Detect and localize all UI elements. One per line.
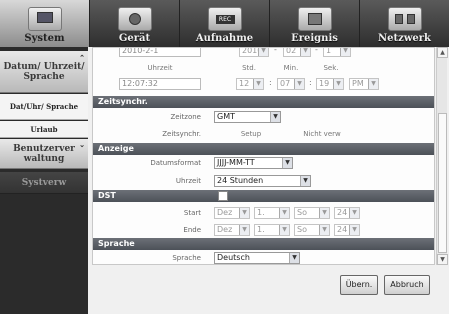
- sidebar-item-benutzerverwaltung[interactable]: Benutzerver waltung ⌄: [0, 139, 88, 169]
- sidebar-item-dat-uhr-sprache[interactable]: Dat/Uhr/ Sprache: [0, 94, 88, 120]
- setup-button[interactable]: Setup: [226, 130, 276, 138]
- network-icon: [387, 7, 422, 31]
- dst-end-month-select[interactable]: Dez ▼: [214, 224, 250, 236]
- chevron-down-icon: ▼: [270, 112, 280, 122]
- sprache-select[interactable]: Deutsch ▼: [214, 252, 300, 264]
- chevron-down-icon: ▼: [239, 225, 249, 235]
- section-zeitsync-header: Zeitsynchr.: [93, 96, 434, 108]
- chevron-down-icon: ▼: [319, 225, 329, 235]
- chevron-down-icon: ▼: [282, 158, 292, 168]
- ampm-select[interactable]: PM ▼: [349, 78, 379, 90]
- min-label: Min.: [283, 64, 299, 72]
- dst-end-label: Ende: [183, 226, 201, 234]
- sidebar-item-urlaub-label: Urlaub: [30, 124, 58, 134]
- scroll-up-icon[interactable]: ▲: [437, 47, 448, 58]
- dst-end-day-select[interactable]: So ▼: [294, 224, 330, 236]
- chevron-down-icon: ▼: [319, 208, 329, 218]
- chevron-down-icon: ▼: [294, 79, 304, 89]
- zeitzone-select[interactable]: GMT ▼: [214, 111, 281, 123]
- chevron-down-icon: ▼: [258, 48, 268, 56]
- tab-aufnahme[interactable]: REC Aufnahme: [180, 0, 270, 47]
- chevron-down-icon: ▼: [300, 176, 310, 186]
- settings-panel: 2010-2-1 2010 ▼ - 02 ▼ - 1 ▼ Uhrzeit Std. M…: [92, 47, 435, 265]
- year-select[interactable]: 2010 ▼: [239, 48, 269, 57]
- minute-select[interactable]: 07 ▼: [277, 78, 305, 90]
- hour-select[interactable]: 12 ▼: [236, 78, 264, 90]
- sidebar-item-datum-label: Datum/ Uhrzeit/ Sprache: [3, 61, 85, 82]
- tab-netzwerk-label: Netzwerk: [378, 33, 431, 44]
- section-sprache-header: Sprache: [93, 238, 434, 250]
- scrollbar[interactable]: ▲ ▼: [436, 47, 448, 265]
- section-dst-header: DST: [93, 190, 434, 202]
- std-label: Std.: [242, 64, 256, 72]
- section-anzeige-header: Anzeige: [93, 143, 434, 155]
- chevron-up-icon: ⌃: [79, 53, 85, 62]
- top-nav: System Gerät REC Aufnahme Ereignis Netzw…: [0, 0, 449, 47]
- uhrzeit-format-select[interactable]: 24 Stunden ▼: [214, 175, 311, 187]
- chevron-down-icon: ▼: [253, 79, 263, 89]
- sprache-label: Sprache: [172, 254, 201, 262]
- tab-system[interactable]: System: [0, 0, 90, 47]
- uhrzeit-format-label: Uhrzeit: [175, 177, 201, 185]
- dst-end-hour-select[interactable]: 24 ▼: [334, 224, 360, 236]
- chevron-down-icon: ▼: [279, 208, 289, 218]
- dst-start-hour-select[interactable]: 24 ▼: [334, 207, 360, 219]
- tab-netzwerk[interactable]: Netzwerk: [360, 0, 449, 47]
- time-label: Uhrzeit: [147, 64, 173, 72]
- tab-aufnahme-label: Aufnahme: [195, 33, 254, 44]
- event-icon: [297, 7, 332, 31]
- monitor-icon: [27, 7, 62, 31]
- sidebar-item-urlaub[interactable]: Urlaub: [0, 121, 88, 138]
- chevron-down-icon: ⌄: [79, 140, 85, 149]
- chevron-down-icon: ▼: [340, 48, 350, 56]
- zeitzone-label: Zeitzone: [170, 113, 202, 121]
- second-select[interactable]: 19 ▼: [316, 78, 344, 90]
- chevron-down-icon: ▼: [349, 225, 359, 235]
- time-field[interactable]: 12:07:32: [119, 78, 201, 90]
- datumsformat-label: Datumsformat: [150, 159, 201, 167]
- tab-ereignis[interactable]: Ereignis: [270, 0, 360, 47]
- sidebar-item-datum[interactable]: Datum/ Uhrzeit/ Sprache ⌃: [0, 51, 88, 93]
- chevron-down-icon: ▼: [368, 79, 378, 89]
- chevron-down-icon: ▼: [289, 253, 299, 263]
- dst-start-week-select[interactable]: 1. ▼: [254, 207, 290, 219]
- sidebar-item-dat-uhr-sprache-label: Dat/Uhr/ Sprache: [9, 101, 79, 111]
- camera-icon: [117, 7, 152, 31]
- scroll-down-icon[interactable]: ▼: [437, 254, 448, 265]
- sidebar-item-systverw-label: Systverw: [21, 177, 67, 188]
- tab-geraet-label: Gerät: [118, 33, 151, 44]
- dst-start-month-select[interactable]: Dez ▼: [214, 207, 250, 219]
- month-select[interactable]: 02 ▼: [283, 48, 311, 57]
- chevron-down-icon: ▼: [349, 208, 359, 218]
- dst-start-day-select[interactable]: So ▼: [294, 207, 330, 219]
- dst-checkbox[interactable]: [218, 191, 228, 201]
- tab-ereignis-label: Ereignis: [291, 33, 338, 44]
- chevron-down-icon: ▼: [279, 225, 289, 235]
- apply-button[interactable]: Übern.: [340, 275, 378, 295]
- sidebar: Datum/ Uhrzeit/ Sprache ⌃ Dat/Uhr/ Sprac…: [0, 47, 88, 314]
- chevron-down-icon: ▼: [300, 48, 310, 56]
- sidebar-item-benutzerverwaltung-label: Benutzerver waltung: [13, 143, 75, 164]
- zeitsync-status: Nicht verw: [303, 130, 341, 138]
- rec-icon: REC: [207, 7, 242, 31]
- sidebar-item-systverw[interactable]: Systverw: [0, 172, 88, 194]
- zeitsync-label: Zeitsynchr.: [162, 130, 201, 138]
- sek-label: Sek.: [323, 64, 339, 72]
- scrollbar-thumb[interactable]: [438, 113, 447, 253]
- day-select[interactable]: 1 ▼: [323, 48, 351, 57]
- dst-end-week-select[interactable]: 1. ▼: [254, 224, 290, 236]
- content-area: 2010-2-1 2010 ▼ - 02 ▼ - 1 ▼ Uhrzeit Std. M…: [88, 47, 449, 314]
- chevron-down-icon: ▼: [333, 79, 343, 89]
- date-field[interactable]: 2010-2-1: [119, 48, 201, 57]
- chevron-down-icon: ▼: [239, 208, 249, 218]
- tab-system-label: System: [24, 33, 65, 44]
- tab-geraet[interactable]: Gerät: [90, 0, 180, 47]
- cancel-button[interactable]: Abbruch: [384, 275, 430, 295]
- dst-start-label: Start: [183, 209, 201, 217]
- datumsformat-select[interactable]: JJJJ-MM-TT ▼: [214, 157, 293, 169]
